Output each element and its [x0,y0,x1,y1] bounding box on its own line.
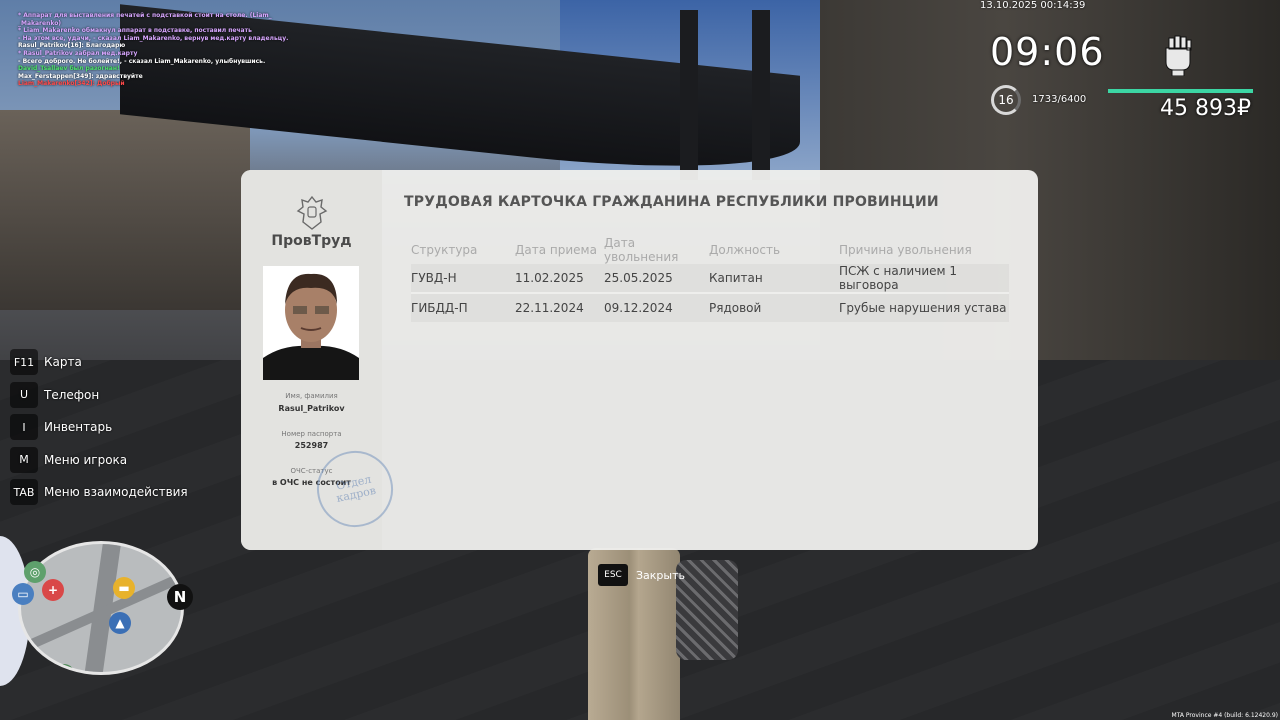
xp-counter: 1733/6400 [1032,94,1087,105]
chat-message: David_Tsallaev был разогнан! [18,65,120,73]
chat-message: * Liam_Makarenko обмакнул аппарат в подс… [18,27,252,35]
keybind-label[interactable]: Инвентарь [44,420,112,434]
keybind-key[interactable]: TAB [10,479,38,506]
chat-message: * Аппарат для выставления печатей с подс… [18,12,272,19]
health-bar [1108,89,1253,93]
build-info: MTA Province #4 (build: 6.12420.9) [1171,712,1278,719]
card-title: ТРУДОВАЯ КАРТОЧКА ГРАЖДАНИНА РЕСПУБЛИКИ … [404,194,939,210]
citizen-name: Rasul_Patrikov [278,404,345,413]
money-balance: 45 893₽ [1160,96,1251,121]
hr-stamp: Отдел кадров [309,443,401,535]
chat-message: * Rasul_Patrikov забрал мед.карту [18,49,138,57]
table-row: ГУВД-Н 11.02.2025 25.05.2025 Капитан ПСЖ с н… [411,264,1009,293]
bridge-pylon [752,10,770,180]
minimap: ▲ ▬ ⌂ [18,541,184,675]
table-cell: 22.11.2024 [515,301,584,315]
game-clock: 09:06 [990,30,1105,74]
keybind-key[interactable]: F11 [10,349,38,376]
esc-key[interactable]: ESC [598,564,628,586]
bridge-pylon [680,10,698,180]
passport-number: 252987 [294,441,329,450]
chat-log: * Аппарат для выставления печатей с подс… [18,12,288,88]
target-icon: ◎ [24,561,46,583]
server-datetime: 13.10.2025 00:14:39 [980,0,1086,11]
level-badge: 16 [991,85,1021,115]
keybind-item[interactable]: U Телефон [10,379,188,412]
building-left [0,110,250,310]
keybind-list: F11 Карта U Телефон I Инвентарь M Меню игрока TA… [10,346,188,509]
column-header: Должность [709,243,781,257]
keybind-label[interactable]: Меню игрока [44,453,127,467]
table-cell: 11.02.2025 [515,271,584,285]
table-header: Структура Дата приема Дата увольнения Должн… [411,236,1009,264]
card-sidebar: ПровТруд Имя, фамилия Rasul_Patrikov Ном… [241,170,401,550]
player-bag [676,560,738,660]
fist-icon [1165,35,1192,76]
hospital-icon: + [42,579,64,601]
close-hint[interactable]: ESC Закрыть [598,564,685,586]
chat-message: Rasul_Patrikov[16]: Благодарю [18,42,126,50]
table-row: ГИБДД-П 22.11.2024 09.12.2024 Рядовой Грубые… [411,293,1009,322]
portrait-image [263,266,359,380]
name-label: Имя, фамилия [285,392,338,400]
taxi-icon: ▬ [113,577,135,599]
keybind-label[interactable]: Карта [44,355,82,369]
north-indicator: N [167,584,193,610]
table-cell: ГУВД-Н [411,271,457,285]
car-icon: ▭ [12,583,34,605]
chat-message: Liam_Makarenko[342]: Добрый [18,80,125,88]
keybind-key[interactable]: U [10,381,38,408]
column-header: Дата приема [515,243,597,257]
employment-card-panel: ПровТруд Имя, фамилия Rasul_Patrikov Ном… [241,170,1038,550]
keybind-item[interactable]: F11 Карта [10,346,188,379]
table-cell: ГИБДД-П [411,301,468,315]
table-cell: Грубые нарушения устава [839,301,1007,315]
coat-of-arms-icon [296,195,328,230]
citizen-photo [263,266,359,380]
org-name: ПровТруд [271,233,352,249]
player-marker-icon: ▲ [109,612,131,634]
column-header: Дата увольнения [604,236,679,264]
column-header: Причина увольнения [839,243,972,257]
keybind-label[interactable]: Меню взаимодействия [44,485,188,499]
keybind-label[interactable]: Телефон [44,388,99,402]
table-cell: Капитан [709,271,763,285]
column-header: Структура [411,243,478,257]
keybind-key[interactable]: M [10,446,38,473]
keybind-key[interactable]: I [10,414,38,441]
keybind-item[interactable]: I Инвентарь [10,411,188,444]
keybind-item[interactable]: TAB Меню взаимодействия [10,476,188,509]
level-value: 16 [998,93,1014,107]
table-cell: 09.12.2024 [604,301,673,315]
table-cell: Рядовой [709,301,762,315]
employment-table: Структура Дата приема Дата увольнения Должн… [411,236,1009,322]
passport-label: Номер паспорта [281,430,342,438]
table-cell: ПСЖ с наличием 1 выговора [839,264,957,292]
table-cell: 25.05.2025 [604,271,673,285]
close-label[interactable]: Закрыть [636,569,685,582]
keybind-item[interactable]: M Меню игрока [10,444,188,477]
